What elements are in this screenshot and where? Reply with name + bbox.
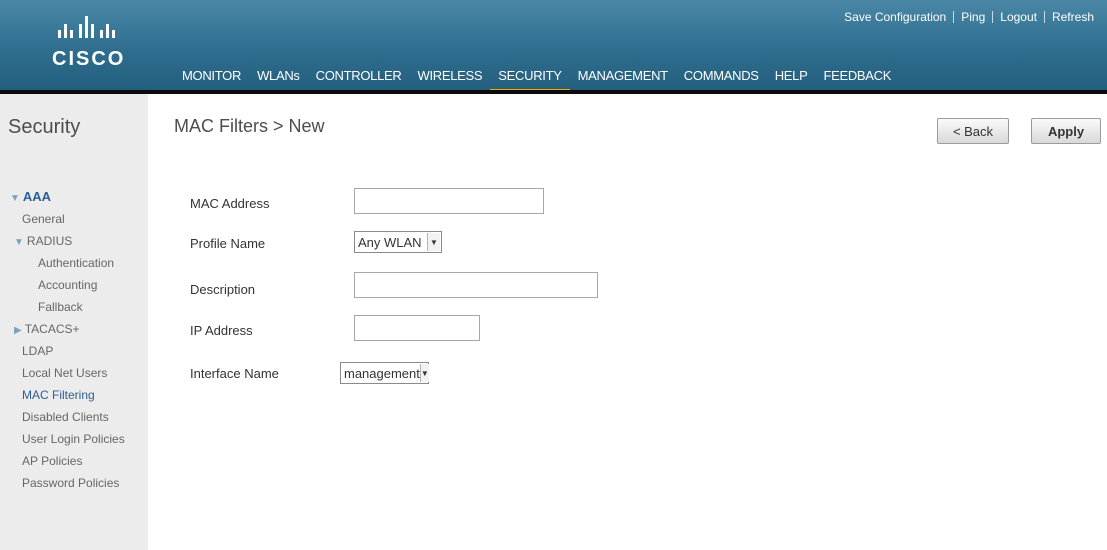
profile-name-select[interactable]: Any WLAN ▼ (354, 231, 442, 253)
sidebar-item-ap-policies[interactable]: AP Policies (10, 450, 148, 472)
chevron-down-icon: ▼ (419, 364, 429, 382)
refresh-link[interactable]: Refresh (1045, 10, 1101, 24)
sidebar-item-authentication[interactable]: Authentication (10, 252, 148, 274)
sidebar-item-user-login-policies[interactable]: User Login Policies (10, 428, 148, 450)
sidebar-item-label: RADIUS (26, 234, 73, 248)
back-button[interactable]: < Back (937, 118, 1009, 144)
sidebar-item-disabled-clients[interactable]: Disabled Clients (10, 406, 148, 428)
sidebar-title: Security (8, 116, 81, 138)
utility-links: Save Configuration Ping Logout Refresh (837, 10, 1101, 24)
sidebar-item-mac-filtering[interactable]: MAC Filtering (10, 384, 148, 406)
triangle-right-icon: ▶ (14, 325, 22, 336)
tab-management[interactable]: MANAGEMENT (570, 60, 676, 90)
profile-name-value: Any WLAN (358, 234, 422, 250)
sidebar-item-ldap[interactable]: LDAP (10, 340, 148, 362)
sidebar-item-password-policies[interactable]: Password Policies (10, 472, 148, 494)
logout-link[interactable]: Logout (993, 10, 1044, 24)
tab-wlans[interactable]: WLANs (249, 60, 308, 90)
ip-address-label: IP Address (190, 323, 253, 338)
ping-link[interactable]: Ping (954, 10, 992, 24)
sidebar-item-aaa[interactable]: ▼ AAA (10, 186, 148, 208)
sidebar-menu: ▼ AAA General ▼ RADIUS Authentication Acco… (10, 186, 148, 494)
sidebar: Security ▼ AAA General ▼ RADIUS Authentica… (0, 94, 148, 550)
triangle-down-icon: ▼ (14, 237, 24, 248)
mac-address-label: MAC Address (190, 196, 270, 211)
tab-commands[interactable]: COMMANDS (676, 60, 767, 90)
brand-name: CISCO (52, 48, 126, 70)
sidebar-item-fallback[interactable]: Fallback (10, 296, 148, 318)
interface-name-label: Interface Name (190, 366, 279, 381)
tab-monitor[interactable]: MONITOR (174, 60, 249, 90)
tab-security[interactable]: SECURITY (490, 60, 570, 93)
tab-feedback[interactable]: FEEDBACK (815, 60, 899, 90)
sidebar-item-label: TACACS+ (24, 322, 80, 336)
sidebar-item-general[interactable]: General (10, 208, 148, 230)
page-title: MAC Filters > New (174, 116, 325, 136)
apply-button[interactable]: Apply (1031, 118, 1101, 144)
sidebar-item-radius[interactable]: ▼ RADIUS (10, 230, 148, 252)
top-nav: MONITOR WLANs CONTROLLER WIRELESS SECURI… (174, 60, 899, 93)
tab-controller[interactable]: CONTROLLER (308, 60, 410, 90)
ip-address-input[interactable] (354, 315, 480, 341)
tab-wireless[interactable]: WIRELESS (409, 60, 490, 90)
header-bar: CISCO Save Configuration Ping Logout Ref… (0, 0, 1107, 93)
chevron-down-icon: ▼ (427, 233, 440, 251)
header-divider (0, 90, 1107, 94)
cisco-bridge-icon (52, 12, 142, 38)
mac-address-input[interactable] (354, 188, 544, 214)
tab-help[interactable]: HELP (767, 60, 816, 90)
save-configuration-link[interactable]: Save Configuration (837, 10, 953, 24)
sidebar-item-accounting[interactable]: Accounting (10, 274, 148, 296)
triangle-down-icon: ▼ (10, 193, 20, 204)
description-input[interactable] (354, 272, 598, 298)
profile-name-label: Profile Name (190, 236, 266, 251)
cisco-logo: CISCO (52, 12, 142, 82)
interface-name-select[interactable]: management ▼ (340, 362, 429, 384)
sidebar-item-tacacs[interactable]: ▶ TACACS+ (10, 318, 148, 340)
interface-name-value: management (344, 365, 420, 381)
sidebar-item-label: AAA (22, 189, 52, 204)
sidebar-item-local-net-users[interactable]: Local Net Users (10, 362, 148, 384)
description-label: Description (190, 282, 256, 297)
